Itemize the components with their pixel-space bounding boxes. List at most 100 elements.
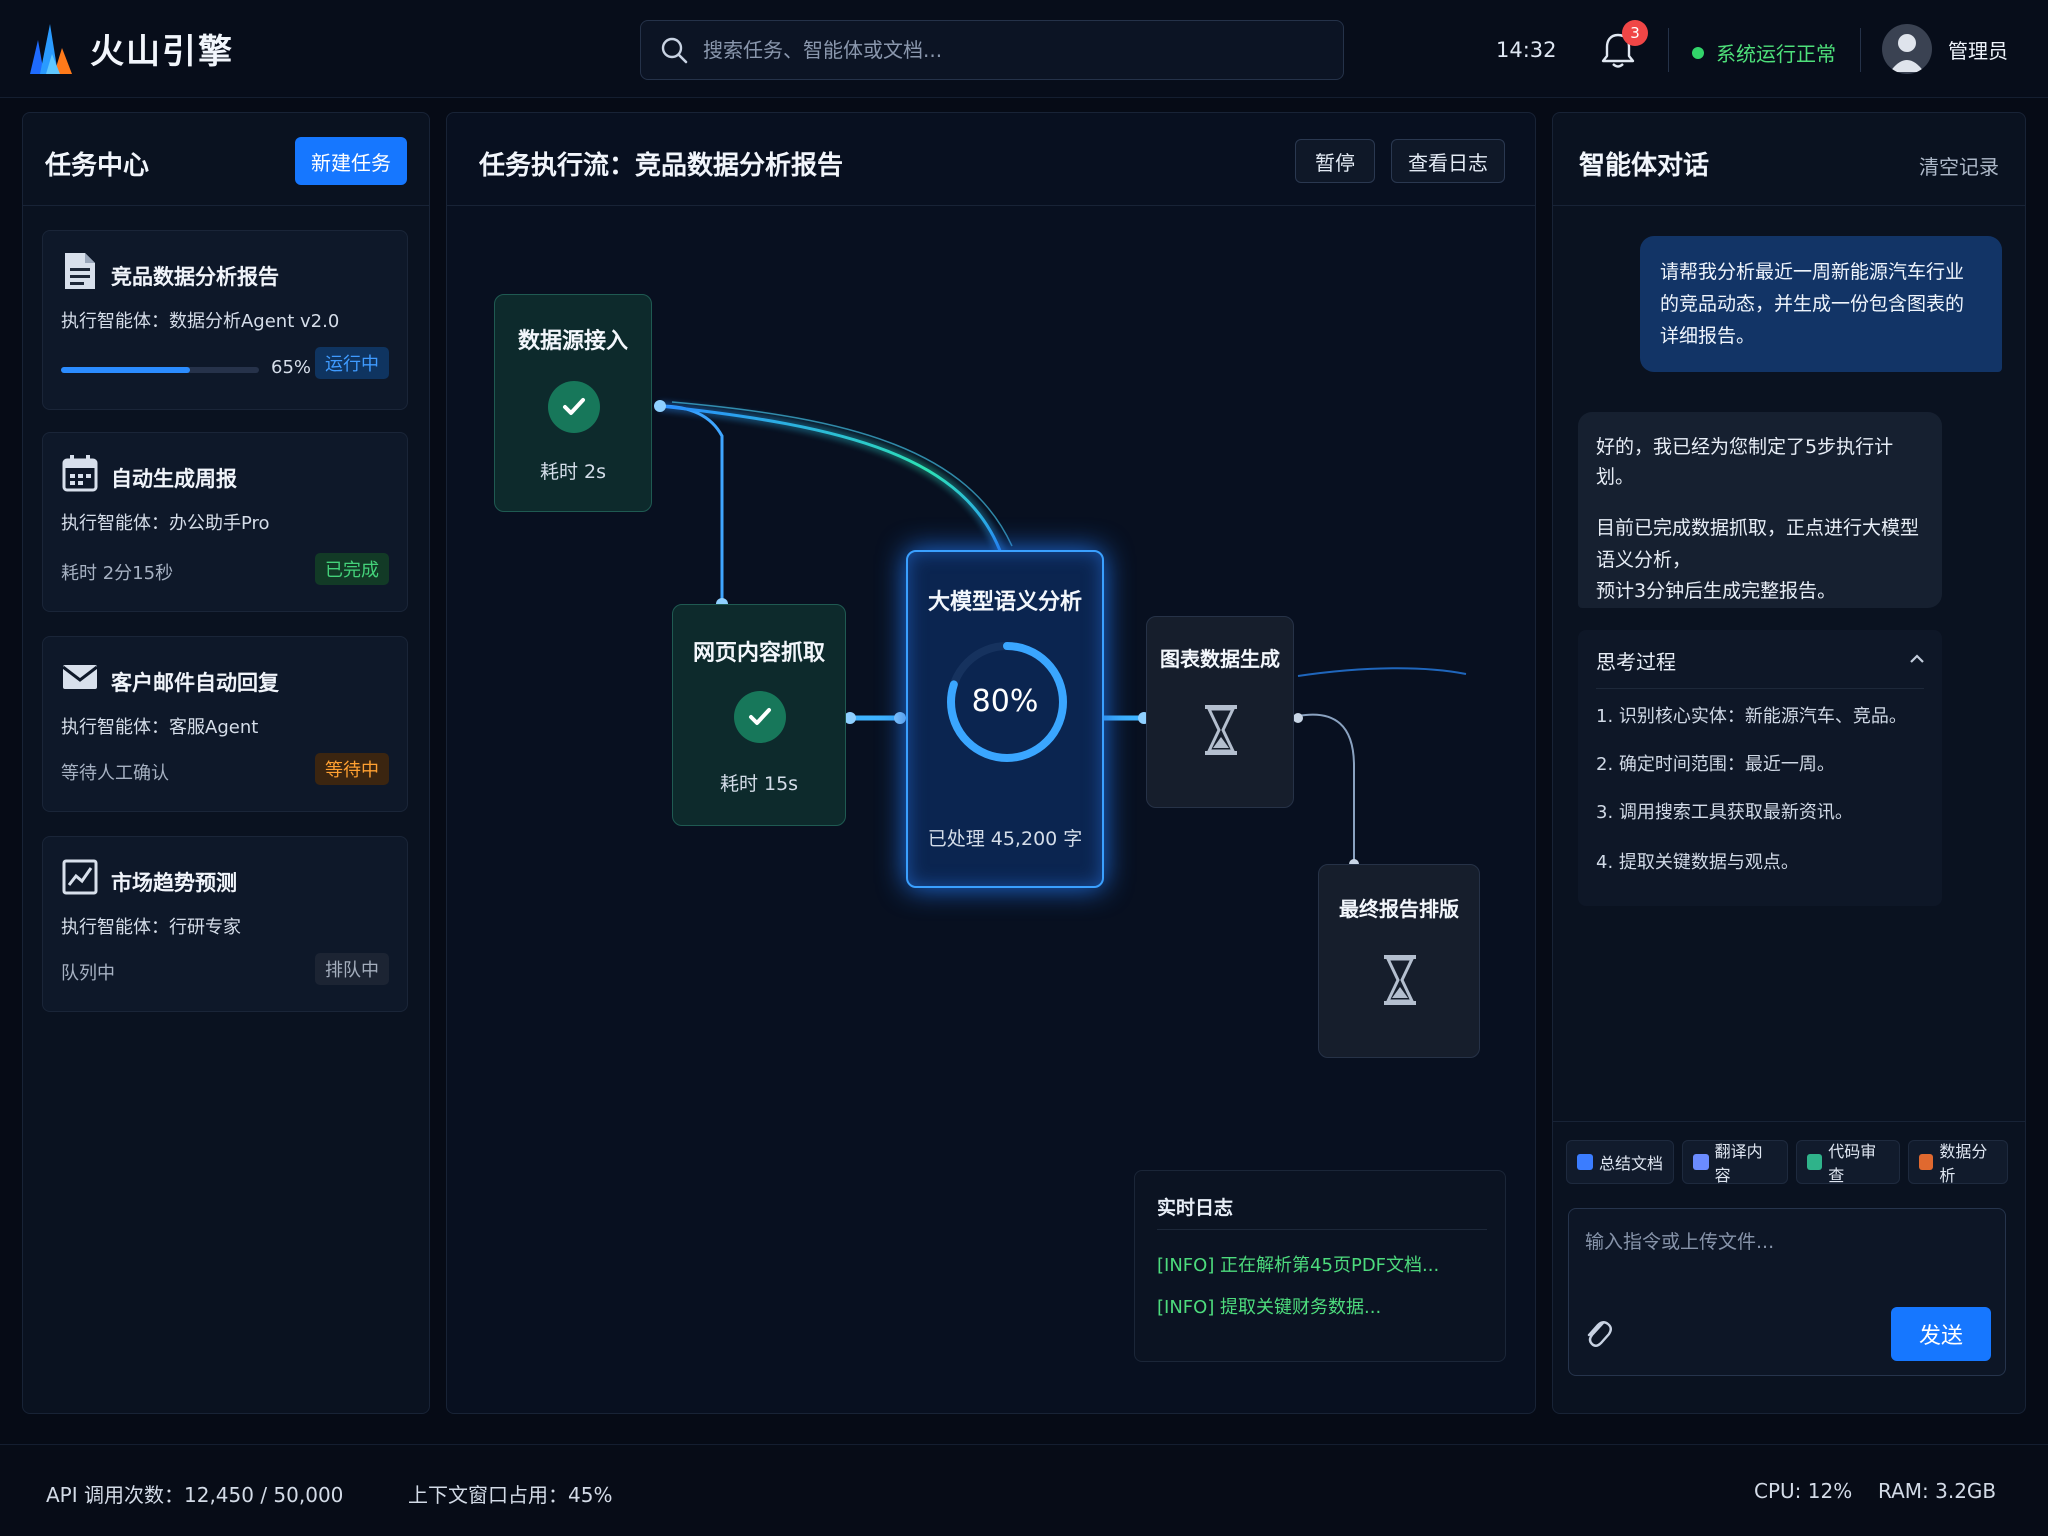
task-agent: 执行智能体：数据分析Agent v2.0 [61, 311, 340, 332]
quick-action-summarize[interactable]: 总结文档 [1566, 1140, 1674, 1184]
status-badge: 已完成 [315, 553, 389, 585]
thinking-process: 思考过程 1. 识别核心实体：新能源汽车、竞品。 2. 确定时间范围：最近一周。… [1578, 630, 1942, 906]
view-log-button[interactable]: 查看日志 [1391, 139, 1505, 183]
brand-name: 火山引擎 [90, 31, 234, 72]
divider [1860, 28, 1861, 72]
flow-title: 任务执行流：竞品数据分析报告 [479, 151, 844, 181]
task-duration: 耗时 2分15秒 [61, 563, 174, 584]
node-processed: 已处理 45,200 字 [927, 828, 1083, 850]
chat-title: 智能体对话 [1579, 151, 1710, 181]
ai-message-line: 好的，我已经为您制定了5步执行计划。 [1596, 436, 1894, 488]
node-title: 大模型语义分析 [927, 590, 1082, 615]
quick-action-label: 总结文档 [1599, 1154, 1664, 1173]
api-calls: API 调用次数：12,450 / 50,000 [46, 1483, 344, 1507]
paperclip-icon[interactable] [1583, 1315, 1613, 1351]
task-name: 市场趋势预测 [111, 871, 237, 895]
search-input[interactable] [703, 38, 1303, 62]
chevron-up-icon[interactable] [1908, 650, 1926, 668]
quick-action-label: 翻译内容 [1714, 1142, 1763, 1185]
quick-action-data-analysis[interactable]: 数据分析 [1908, 1140, 2008, 1185]
task-progress-text: 65% [271, 357, 312, 378]
message-input[interactable] [1585, 1227, 1985, 1287]
node-title: 最终报告排版 [1339, 897, 1459, 921]
task-name: 客户邮件自动回复 [111, 671, 279, 695]
task-card-competitor-report[interactable]: 竞品数据分析报告 执行智能体：数据分析Agent v2.0 65% 运行中 [42, 230, 408, 410]
node-duration: 耗时 2s [539, 461, 607, 483]
flow-node-data-source[interactable]: 数据源接入 耗时 2s [494, 294, 652, 512]
summarize-icon [1577, 1154, 1593, 1170]
brand-logo[interactable]: 火山引擎 [24, 18, 234, 78]
status-badge: 运行中 [315, 347, 389, 379]
mail-icon [62, 665, 98, 689]
flow-node-web-crawl[interactable]: 网页内容抓取 耗时 15s [672, 604, 846, 826]
flow-node-final-report[interactable]: 最终报告排版 [1318, 864, 1480, 1058]
clock-time: 14:32 [1496, 38, 1557, 62]
send-button[interactable]: 发送 [1891, 1307, 1991, 1361]
quick-action-translate[interactable]: 翻译内容 [1682, 1140, 1788, 1185]
user-name: 管理员 [1948, 38, 2008, 63]
ram-usage: RAM: 3.2GB [1878, 1479, 1997, 1503]
flame-logo-icon [30, 24, 72, 74]
thinking-title: 思考过程 [1596, 650, 1676, 674]
node-title: 图表数据生成 [1160, 647, 1280, 671]
quick-action-code-review[interactable]: 代码审查 [1796, 1140, 1900, 1185]
user-message: 请帮我分析最近一周新能源汽车行业的竞品动态，并生成一份包含图表的详细报告。 [1640, 236, 2002, 372]
cpu-usage: CPU: 12% [1754, 1479, 1853, 1503]
panel-title: 任务中心 [45, 151, 150, 181]
task-meta: 等待人工确认 [61, 763, 169, 784]
check-icon [734, 691, 786, 743]
pause-button[interactable]: 暂停 [1295, 139, 1375, 183]
divider [1157, 1229, 1487, 1230]
status-badge: 排队中 [315, 953, 389, 985]
chart-line-icon [62, 859, 98, 895]
thinking-step: 1. 识别核心实体：新能源汽车、竞品。 [1596, 706, 1907, 727]
task-meta: 队列中 [61, 963, 115, 984]
search-icon [661, 37, 688, 64]
task-progress-bar [61, 367, 259, 373]
status-dot-icon [1692, 46, 1704, 59]
status-footer: API 调用次数：12,450 / 50,000 上下文窗口占用：45% CPU… [0, 1444, 2048, 1536]
divider [23, 205, 429, 206]
flow-node-llm-analysis[interactable]: 大模型语义分析 80% 已处理 45,200 字 [906, 550, 1104, 888]
task-card-market-forecast[interactable]: 市场趋势预测 执行智能体：行研专家 队列中 排队中 [42, 836, 408, 1012]
log-line: [INFO] 正在解析第45页PDF文档... [1157, 1255, 1440, 1276]
check-icon [548, 381, 600, 433]
ai-message-line: 目前已完成数据抓取，正点进行大模型语义分析， [1596, 517, 1920, 571]
translate-icon [1693, 1154, 1709, 1170]
avatar [1882, 24, 1932, 74]
task-progress-fill [61, 367, 190, 373]
clear-history-link[interactable]: 清空记录 [1919, 151, 1999, 180]
search-box[interactable] [640, 20, 1344, 80]
task-name: 自动生成周报 [111, 467, 237, 491]
user-icon [1890, 34, 1924, 72]
flow-node-chart-gen[interactable]: 图表数据生成 [1146, 616, 1294, 808]
code-icon [1807, 1154, 1823, 1170]
ai-message: 好的，我已经为您制定了5步执行计划。 目前已完成数据抓取，正点进行大模型语义分析… [1578, 412, 1942, 608]
node-title: 网页内容抓取 [692, 641, 825, 666]
hourglass-icon [1384, 955, 1416, 1005]
ai-message-line: 预计3分钟后生成完整报告。 [1596, 580, 1837, 602]
document-icon [65, 253, 95, 289]
system-status: 系统运行正常 [1692, 38, 1836, 67]
thinking-step: 2. 确定时间范围：最近一周。 [1596, 754, 1835, 775]
task-card-weekly-report[interactable]: 自动生成周报 执行智能体：办公助手Pro 耗时 2分15秒 已完成 [42, 432, 408, 612]
user-menu[interactable]: 管理员 [1882, 24, 2008, 74]
thinking-step: 3. 调用搜索工具获取最新资讯。 [1596, 802, 1853, 823]
task-agent: 执行智能体：办公助手Pro [61, 513, 270, 534]
task-card-email-reply[interactable]: 客户邮件自动回复 执行智能体：客服Agent 等待人工确认 等待中 [42, 636, 408, 812]
progress-percent: 80% [971, 684, 1039, 719]
divider [1553, 205, 2025, 206]
log-title: 实时日志 [1157, 1197, 1234, 1219]
status-badge: 等待中 [315, 753, 389, 785]
task-agent: 执行智能体：行研专家 [61, 917, 241, 938]
log-line: [INFO] 提取关键财务数据... [1157, 1297, 1382, 1318]
new-task-button[interactable]: 新建任务 [295, 137, 407, 185]
realtime-log: 实时日志 [INFO] 正在解析第45页PDF文档... [INFO] 提取关键… [1134, 1170, 1506, 1362]
notification-badge: 3 [1622, 20, 1648, 46]
calendar-icon [62, 455, 98, 492]
divider [1596, 688, 1924, 689]
top-bar: 火山引擎 14:32 3 系统运行正常 管理员 [0, 0, 2048, 98]
divider [1668, 28, 1669, 72]
quick-action-label: 数据分析 [1939, 1142, 1988, 1185]
quick-action-label: 代码审查 [1828, 1142, 1877, 1185]
